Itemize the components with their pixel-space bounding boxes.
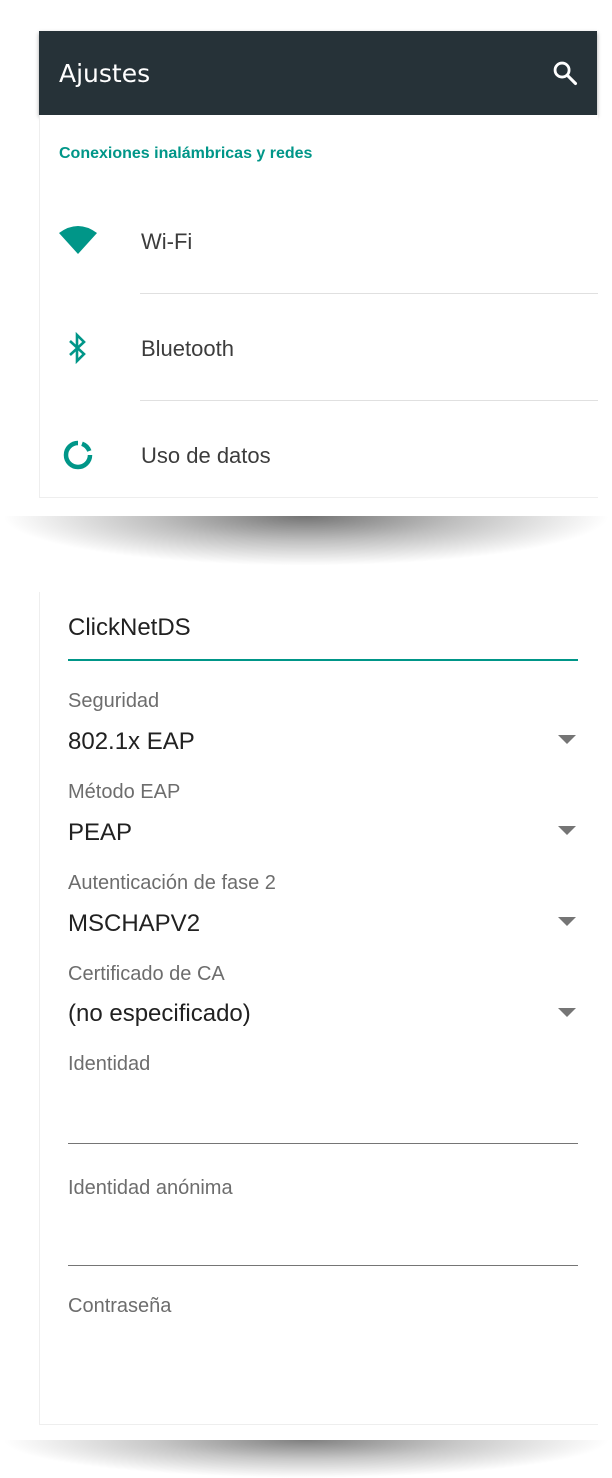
app-bar: Ajustes bbox=[39, 31, 597, 115]
eap-method-select[interactable]: PEAP bbox=[68, 819, 132, 847]
chevron-down-icon[interactable] bbox=[558, 826, 576, 835]
wifi-icon bbox=[58, 220, 98, 260]
search-icon[interactable] bbox=[551, 59, 579, 87]
security-label: Seguridad bbox=[68, 690, 160, 712]
chevron-down-icon[interactable] bbox=[558, 917, 576, 926]
settings-item-label: Bluetooth bbox=[141, 336, 234, 361]
settings-item-label: Wi-Fi bbox=[141, 229, 193, 254]
section-header: Conexiones inalámbricas y redes bbox=[59, 145, 313, 162]
ca-certificate-select[interactable]: (no especificado) bbox=[68, 1000, 251, 1028]
eap-method-label: Método EAP bbox=[68, 781, 181, 803]
bluetooth-icon bbox=[58, 328, 98, 368]
settings-item-wifi[interactable]: Wi-Fi bbox=[40, 187, 598, 294]
identity-label: Identidad bbox=[68, 1053, 151, 1075]
card-shadow bbox=[0, 1440, 612, 1478]
phase2-auth-select[interactable]: MSCHAPV2 bbox=[68, 910, 200, 938]
chevron-down-icon[interactable] bbox=[558, 735, 576, 744]
ssid-field-underline bbox=[68, 659, 578, 661]
ca-certificate-label: Certificado de CA bbox=[68, 963, 225, 985]
cropped-header-text bbox=[68, 596, 238, 604]
settings-item-bluetooth[interactable]: Bluetooth bbox=[40, 294, 598, 401]
anonymous-identity-label: Identidad anónima bbox=[68, 1177, 233, 1199]
settings-item-data-usage[interactable]: Uso de datos bbox=[40, 401, 598, 508]
settings-item-label: Uso de datos bbox=[141, 443, 271, 468]
page: Ajustes Conexiones inalámbricas y redes … bbox=[0, 0, 612, 1478]
ssid-field[interactable]: ClickNetDS bbox=[68, 614, 191, 642]
card-shadow bbox=[0, 516, 612, 566]
data-usage-icon bbox=[58, 435, 98, 475]
identity-input[interactable] bbox=[68, 1103, 578, 1144]
anonymous-identity-input[interactable] bbox=[68, 1225, 578, 1266]
chevron-down-icon[interactable] bbox=[558, 1008, 576, 1017]
security-select[interactable]: 802.1x EAP bbox=[68, 728, 195, 756]
password-label: Contraseña bbox=[68, 1295, 172, 1317]
settings-list: Conexiones inalámbricas y redes Wi-Fi Bl… bbox=[39, 115, 598, 498]
phase2-auth-label: Autenticación de fase 2 bbox=[68, 872, 276, 894]
app-bar-title: Ajustes bbox=[59, 59, 151, 88]
